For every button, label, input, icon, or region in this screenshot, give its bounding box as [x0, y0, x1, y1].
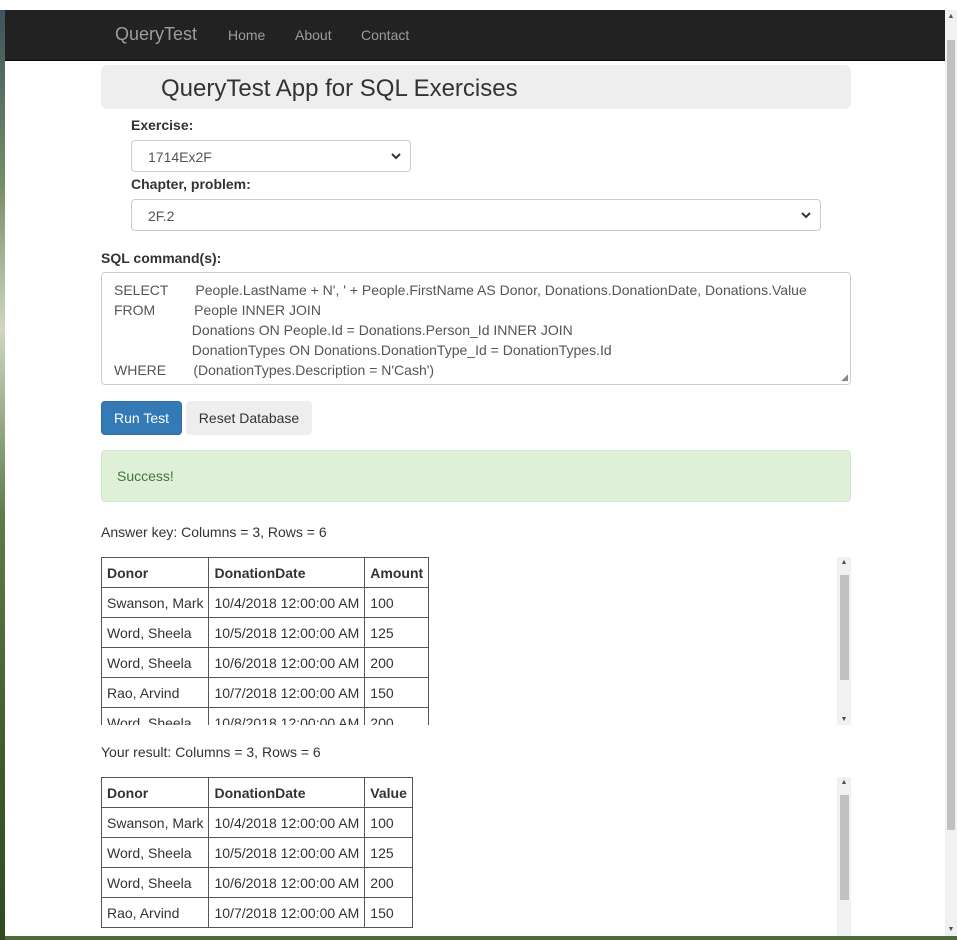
table-row: Word, Sheela 10/5/2018 12:00:00 AM 125	[101, 837, 413, 868]
table-row: Rao, Arvind 10/7/2018 12:00:00 AM 150	[101, 897, 413, 928]
table-cell: Word, Sheela	[101, 617, 210, 648]
column-header: Amount	[364, 557, 430, 588]
table-cell: Rao, Arvind	[101, 677, 210, 708]
your-result-table: Donor DonationDate Value Swanson, Mark 10…	[101, 777, 413, 928]
table-cell: 10/5/2018 12:00:00 AM	[208, 617, 366, 648]
arrow-down-icon[interactable]: ▼	[945, 926, 957, 933]
navbar: QueryTest Home About Contact	[5, 10, 945, 61]
table-cell: 10/6/2018 12:00:00 AM	[208, 647, 366, 678]
table-cell: Rao, Arvind	[101, 897, 210, 928]
page-scrollbar-thumb[interactable]	[947, 40, 955, 830]
exercise-select[interactable]: 1714Ex2F	[131, 140, 411, 172]
answer-key-table: Donor DonationDate Amount Swanson, Mark 1…	[101, 557, 430, 725]
navbar-brand[interactable]: QueryTest	[115, 24, 197, 45]
column-header: DonationDate	[208, 777, 366, 808]
sql-line: SELECT People.LastName + N', ' + People.…	[114, 282, 807, 298]
scrollbar-thumb[interactable]	[840, 575, 849, 680]
window-top-edge	[0, 0, 957, 10]
table-cell: 200	[364, 867, 413, 898]
scrollbar-thumb[interactable]	[840, 795, 849, 900]
table-cell: 200	[364, 647, 430, 678]
your-result-summary: Your result: Columns = 3, Rows = 6	[101, 744, 321, 760]
answer-key-summary: Answer key: Columns = 3, Rows = 6	[101, 524, 327, 540]
table-cell: 10/8/2018 12:00:00 AM	[208, 707, 366, 725]
arrow-down-icon[interactable]: ▼	[837, 716, 851, 723]
your-result-scroll[interactable]: Donor DonationDate Value Swanson, Mark 10…	[101, 777, 851, 936]
table-row: Word, Sheela 10/5/2018 12:00:00 AM 125	[101, 617, 430, 648]
run-test-button[interactable]: Run Test	[101, 401, 182, 435]
table-cell: 10/6/2018 12:00:00 AM	[208, 867, 366, 898]
column-header: Value	[364, 777, 413, 808]
table-cell: 200	[364, 707, 430, 725]
table-cell: 150	[364, 677, 430, 708]
table-cell: Swanson, Mark	[101, 807, 210, 838]
table-row: Word, Sheela 10/8/2018 12:00:00 AM 200	[101, 707, 430, 725]
table-cell: 10/7/2018 12:00:00 AM	[208, 897, 366, 928]
arrow-up-icon[interactable]: ▲	[945, 13, 957, 20]
nav-link-about[interactable]: About	[295, 27, 332, 43]
sql-textarea[interactable]: SELECT People.LastName + N', ' + People.…	[101, 272, 851, 385]
chevron-down-icon	[390, 146, 402, 169]
your-result-scrollbar[interactable]: ▲	[837, 777, 851, 936]
table-header-row: Donor DonationDate Amount	[101, 557, 430, 588]
table-cell: Swanson, Mark	[101, 587, 210, 618]
reset-database-button[interactable]: Reset Database	[186, 401, 312, 435]
table-header-row: Donor DonationDate Value	[101, 777, 413, 808]
sql-label: SQL command(s):	[101, 250, 222, 266]
table-cell: Word, Sheela	[101, 837, 210, 868]
table-cell: 10/4/2018 12:00:00 AM	[208, 587, 366, 618]
exercise-label: Exercise:	[131, 117, 194, 133]
table-row: Word, Sheela 10/6/2018 12:00:00 AM 200	[101, 647, 430, 678]
page-header: QueryTest App for SQL Exercises	[101, 65, 851, 109]
resize-grip-icon[interactable]: ◢	[841, 372, 848, 383]
nav-link-home[interactable]: Home	[228, 27, 265, 43]
chapter-select-value: 2F.2	[148, 208, 175, 224]
table-cell: 100	[364, 807, 413, 838]
table-row: Word, Sheela 10/6/2018 12:00:00 AM 200	[101, 867, 413, 898]
table-row: Swanson, Mark 10/4/2018 12:00:00 AM 100	[101, 587, 430, 618]
chapter-select[interactable]: 2F.2	[131, 199, 821, 231]
table-cell: 10/7/2018 12:00:00 AM	[208, 677, 366, 708]
arrow-up-icon[interactable]: ▲	[837, 559, 851, 566]
column-header: DonationDate	[208, 557, 366, 588]
sql-line: Donations ON People.Id = Donations.Perso…	[114, 322, 573, 338]
table-cell: 150	[364, 897, 413, 928]
answer-key-scrollbar[interactable]: ▲ ▼	[837, 557, 851, 725]
page-title: QueryTest App for SQL Exercises	[161, 75, 518, 102]
success-message: Success!	[117, 468, 174, 484]
table-cell: Word, Sheela	[101, 867, 210, 898]
table-cell: 125	[364, 837, 413, 868]
page-scrollbar[interactable]: ▲ ▼	[945, 10, 957, 936]
exercise-select-value: 1714Ex2F	[148, 149, 212, 165]
success-alert: Success!	[101, 450, 851, 502]
arrow-up-icon[interactable]: ▲	[837, 779, 851, 786]
table-cell: 125	[364, 617, 430, 648]
column-header: Donor	[101, 557, 210, 588]
table-cell: 10/4/2018 12:00:00 AM	[208, 807, 366, 838]
chapter-label: Chapter, problem:	[131, 176, 251, 192]
browser-viewport: QueryTest Home About Contact QueryTest A…	[5, 10, 957, 936]
nav-link-contact[interactable]: Contact	[361, 27, 409, 43]
sql-line: DonationTypes ON Donations.DonationType_…	[114, 342, 612, 358]
table-row: Rao, Arvind 10/7/2018 12:00:00 AM 150	[101, 677, 430, 708]
table-cell: Word, Sheela	[101, 647, 210, 678]
column-header: Donor	[101, 777, 210, 808]
sql-line: WHERE (DonationTypes.Description = N'Cas…	[114, 362, 435, 378]
chevron-down-icon	[800, 205, 812, 228]
table-cell: Word, Sheela	[101, 707, 210, 725]
answer-key-scroll[interactable]: Donor DonationDate Amount Swanson, Mark 1…	[101, 557, 851, 725]
sql-line: FROM People INNER JOIN	[114, 302, 321, 318]
table-cell: 100	[364, 587, 430, 618]
table-cell: 10/5/2018 12:00:00 AM	[208, 837, 366, 868]
table-row: Swanson, Mark 10/4/2018 12:00:00 AM 100	[101, 807, 413, 838]
